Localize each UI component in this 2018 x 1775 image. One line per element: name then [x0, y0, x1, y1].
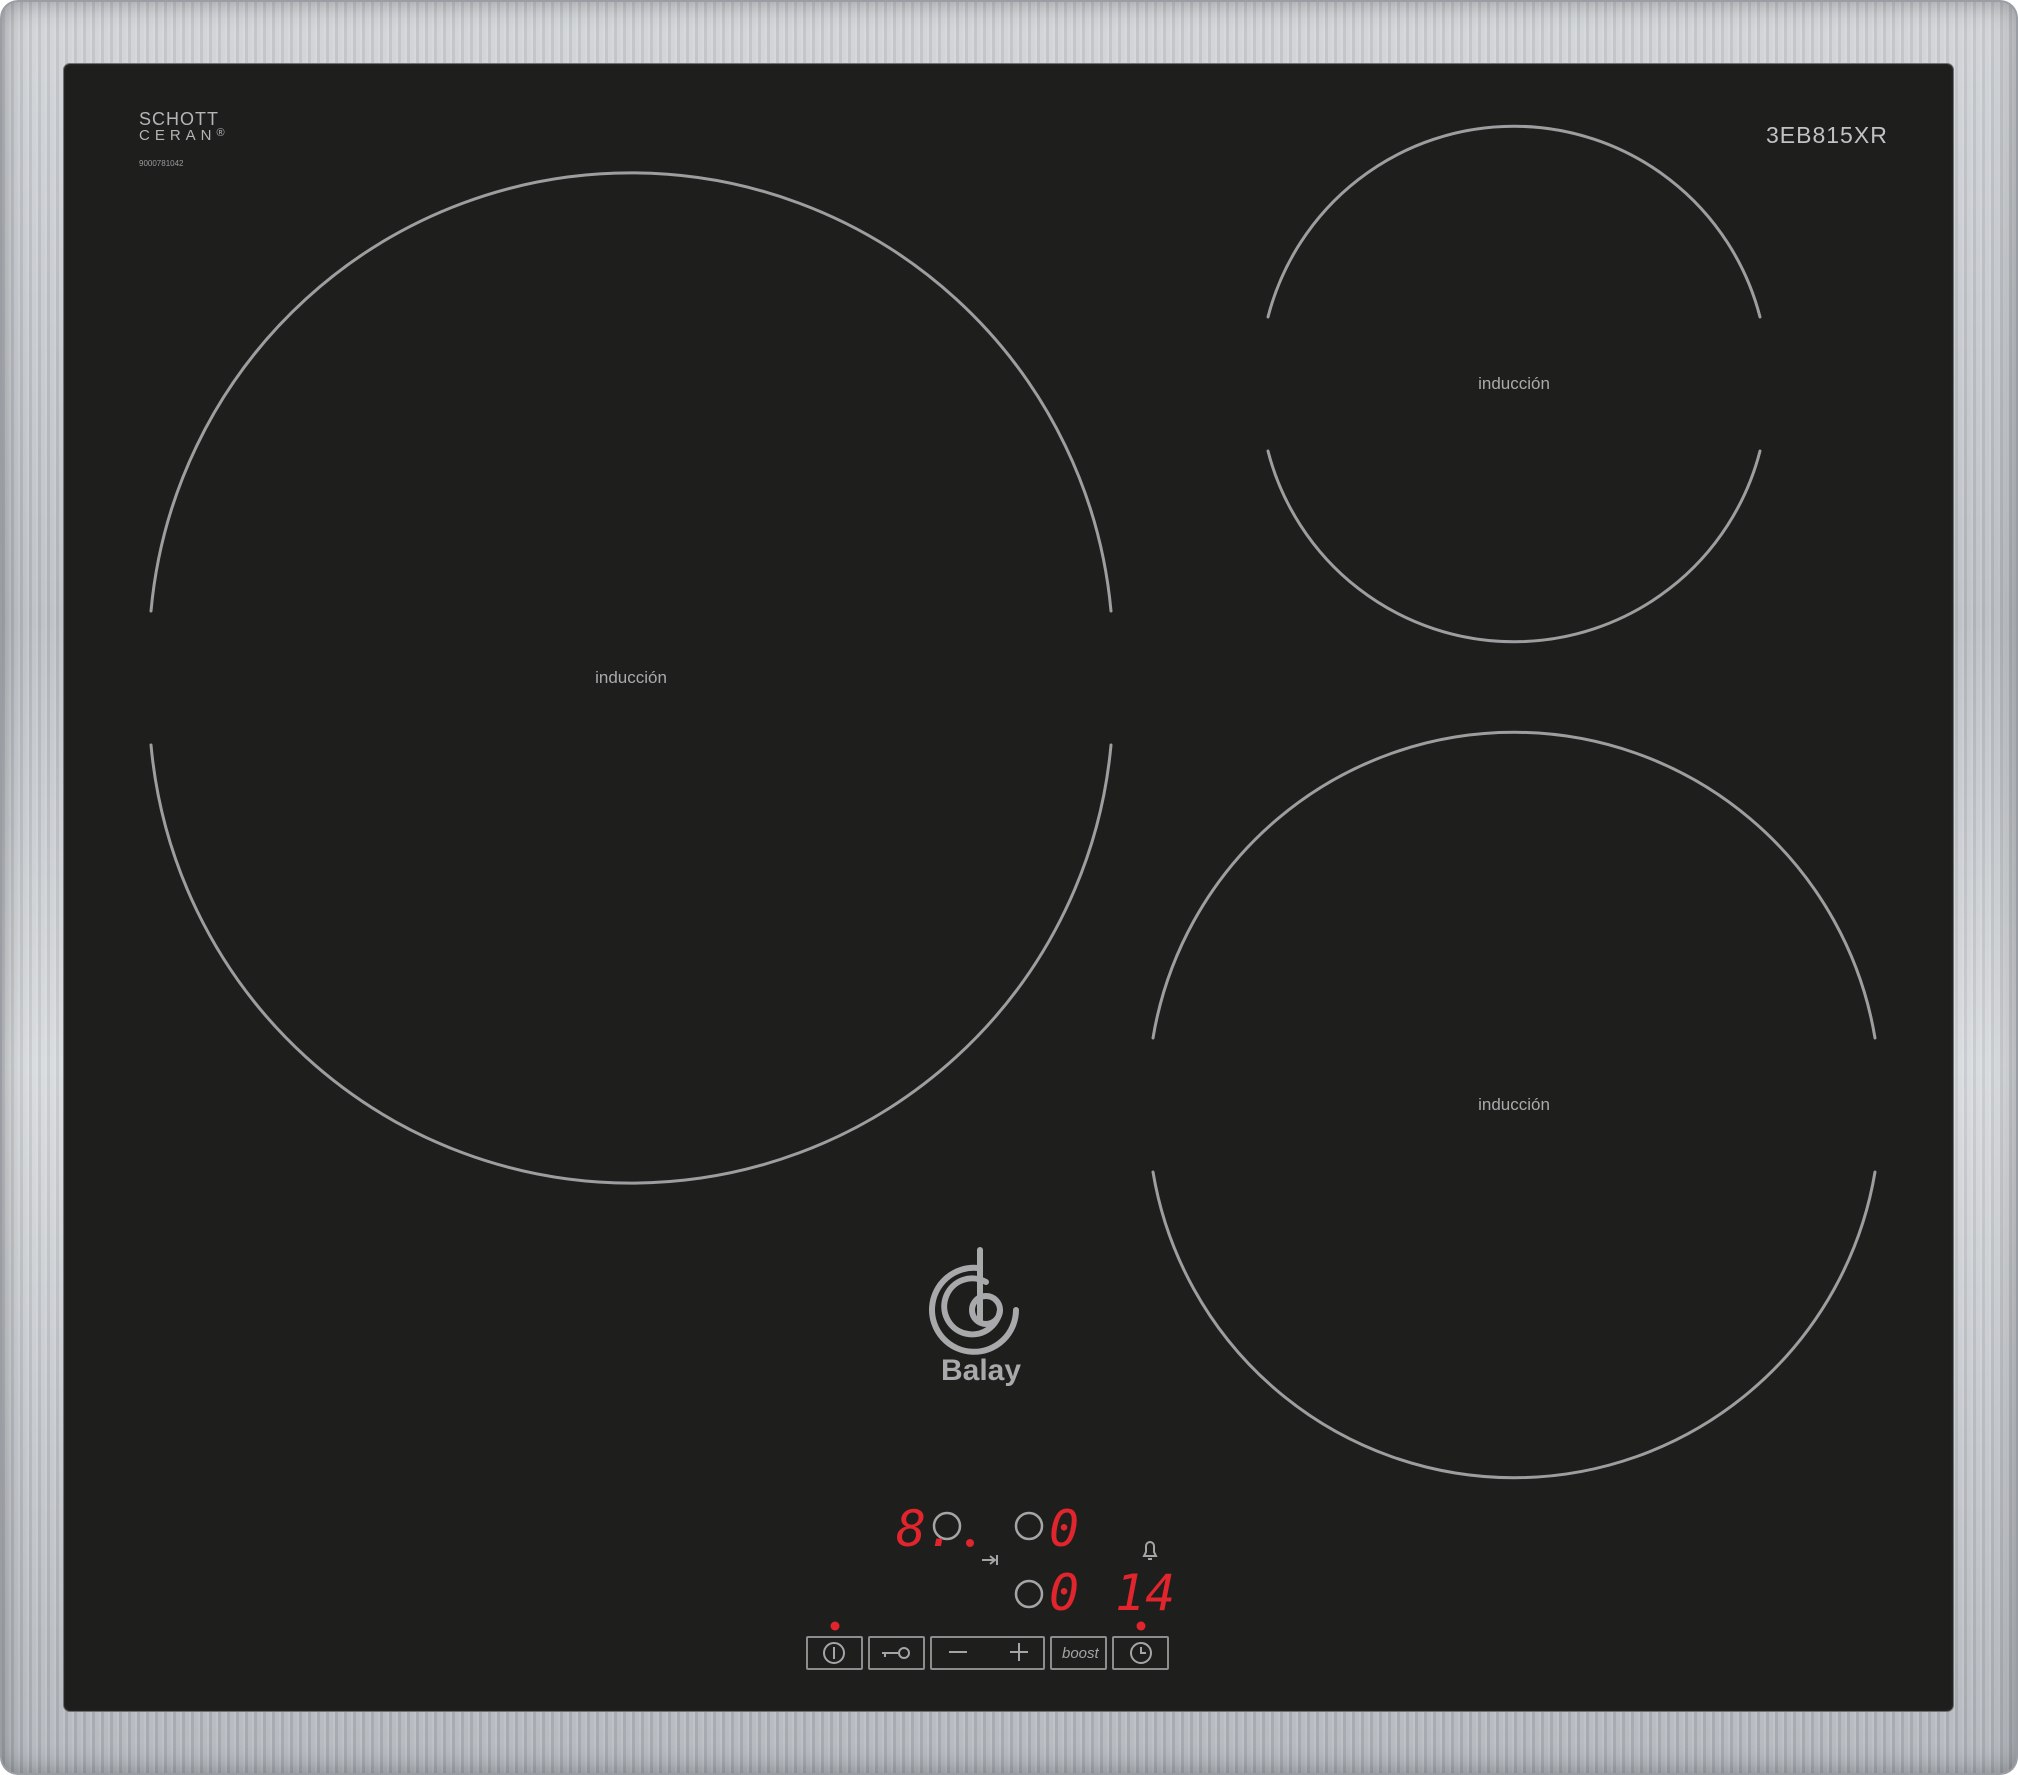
- boost-label: boost: [1062, 1645, 1099, 1662]
- zone-indicator-top-right: [1014, 1511, 1044, 1541]
- power-indicator-dot: [830, 1621, 840, 1631]
- balay-spiral-logo: [929, 1247, 1019, 1355]
- timer-display: 14: [1115, 1564, 1176, 1622]
- maker-mark-line2: CERAN®: [139, 127, 225, 144]
- zone-label-large-left: inducción: [595, 668, 667, 687]
- boost-button[interactable]: boost: [1050, 1636, 1107, 1670]
- model-number: 3EB815XR: [1766, 122, 1888, 148]
- child-lock-button[interactable]: [868, 1636, 925, 1670]
- power-adjust-slider[interactable]: [930, 1636, 1045, 1670]
- pin-arrow-icon: [982, 1555, 998, 1565]
- zone-select-display: 8.: [896, 1500, 957, 1558]
- cooking-zone-outlines: [149, 124, 1877, 1664]
- power-button[interactable]: [806, 1636, 863, 1670]
- zone-label-medium-bottom-right: inducción: [1478, 1095, 1550, 1114]
- serial-number: 9000781042: [139, 159, 184, 168]
- zone-select-dot: [966, 1539, 974, 1547]
- maker-mark-line1: SCHOTT: [139, 109, 219, 129]
- power-level-display-top: 0: [1049, 1500, 1080, 1558]
- registered-mark: ®: [216, 127, 225, 139]
- timer-indicator-dot: [1136, 1621, 1146, 1631]
- brand-name: Balay: [941, 1354, 1022, 1387]
- zone-indicator-bottom-right: [1014, 1579, 1044, 1609]
- bell-icon: [1142, 1541, 1158, 1560]
- zone-label-small-top-right: inducción: [1478, 374, 1550, 393]
- power-level-display-bottom: 0: [1049, 1564, 1080, 1622]
- timer-button[interactable]: [1112, 1636, 1169, 1670]
